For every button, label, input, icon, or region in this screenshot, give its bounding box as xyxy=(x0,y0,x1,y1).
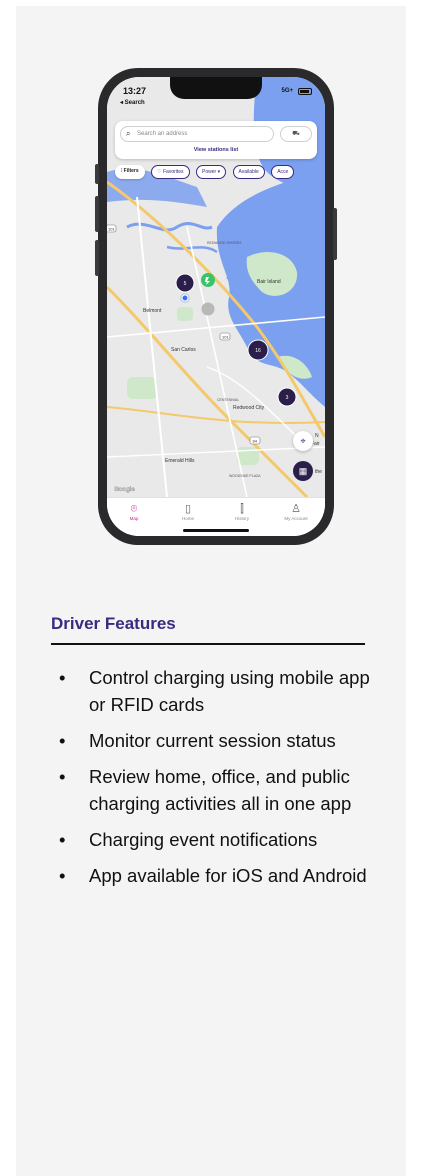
section-divider xyxy=(51,643,365,645)
scan-qr-button[interactable]: ▦ xyxy=(293,461,313,481)
chevron-down-icon: ▾ xyxy=(216,169,221,175)
google-logo: Google xyxy=(114,487,135,493)
map-label: Redwood City xyxy=(233,405,265,411)
back-to-search-link[interactable]: ◂ Search xyxy=(120,99,145,106)
user-location-icon xyxy=(181,294,189,302)
map-label: San Carlos xyxy=(171,347,196,353)
battery-icon xyxy=(298,88,312,95)
route-label: 101 xyxy=(108,227,115,232)
status-time: 13:27 xyxy=(123,86,147,96)
map-label: the xyxy=(315,469,322,475)
map-label: Emerald Hills xyxy=(165,458,195,464)
list-item: • Charging event notifications xyxy=(51,826,371,853)
map-label: N xyxy=(315,433,319,439)
tab-history[interactable]: ⫿ History xyxy=(217,502,267,521)
network-indicator: 5G+ xyxy=(281,88,293,94)
home-indicator xyxy=(183,529,249,532)
list-item: • App available for iOS and Android xyxy=(51,862,371,889)
list-item: • Control charging using mobile app or RF… xyxy=(51,664,371,718)
section-heading: Driver Features xyxy=(51,614,176,633)
phone-screen: Bair Island REDWOOD SHORES Belmont San C… xyxy=(107,77,325,536)
features-list: • Control charging using mobile app or RF… xyxy=(51,664,371,898)
qr-scan-icon: ▦ xyxy=(298,466,308,476)
bullet-icon: • xyxy=(59,766,66,787)
locate-me-button[interactable]: ⌖ xyxy=(293,431,313,451)
chip-accessible[interactable]: Acce xyxy=(271,165,295,179)
map-label: WOODSIDE PLAZA xyxy=(229,474,261,478)
map-label: Bair Island xyxy=(257,279,281,285)
bullet-icon: • xyxy=(59,667,66,688)
tab-my-account[interactable]: ♙ My Account xyxy=(271,502,321,521)
view-stations-list-link[interactable]: View stations list xyxy=(115,147,317,153)
search-placeholder: Search an address xyxy=(137,131,188,137)
bullet-icon: • xyxy=(59,865,66,886)
map-label: REDWOOD SHORES xyxy=(207,241,242,245)
search-card: ⌕ Search an address ⛟ View stations list xyxy=(115,121,317,159)
crosshair-icon: ⌖ xyxy=(300,436,306,446)
tab-home[interactable]: ▯ Home xyxy=(163,502,213,521)
bullet-icon: • xyxy=(59,730,66,751)
search-icon: ⌕ xyxy=(126,129,131,138)
user-icon: ♙ xyxy=(291,503,301,515)
cluster-count: 3 xyxy=(286,395,289,401)
map-label: Belmont xyxy=(143,308,162,314)
cluster-count: 5 xyxy=(184,281,187,287)
map-pin-icon: ⌾ xyxy=(130,503,138,515)
available-station-pin-icon[interactable] xyxy=(201,273,215,287)
chip-available[interactable]: Available xyxy=(232,165,265,179)
charger-icon: ▯ xyxy=(184,503,192,515)
phone-mockup: Bair Island REDWOOD SHORES Belmont San C… xyxy=(95,68,337,545)
car-icon: ⛟ xyxy=(292,131,300,137)
history-chart-icon: ⫿ xyxy=(240,503,244,515)
chip-favorites[interactable]: ♡ Favorites xyxy=(151,165,190,179)
vehicle-select-button[interactable]: ⛟ xyxy=(280,126,312,142)
route-label: 84 xyxy=(253,439,258,444)
phone-side-button xyxy=(95,164,99,184)
filters-button[interactable]: ⫶ Filters xyxy=(115,165,145,179)
tab-map[interactable]: ⌾ Map xyxy=(109,502,159,521)
cluster-count: 16 xyxy=(255,348,261,354)
list-item: • Review home, office, and public chargin… xyxy=(51,763,371,817)
search-input[interactable]: ⌕ Search an address xyxy=(120,126,274,142)
phone-side-button xyxy=(95,240,99,276)
phone-notch xyxy=(170,77,262,99)
phone-side-button xyxy=(333,208,337,260)
route-label: 101 xyxy=(222,335,229,340)
list-item: • Monitor current session status xyxy=(51,727,371,754)
phone-side-button xyxy=(95,196,99,232)
chip-power[interactable]: Power ▾ xyxy=(196,165,227,179)
filter-chips-bar: ⫶ Filters ♡ Favorites Power ▾ Available … xyxy=(115,165,325,181)
bullet-icon: • xyxy=(59,829,66,850)
map-label: CENTENNIAL xyxy=(217,398,239,402)
station-pin-icon[interactable] xyxy=(201,302,215,316)
